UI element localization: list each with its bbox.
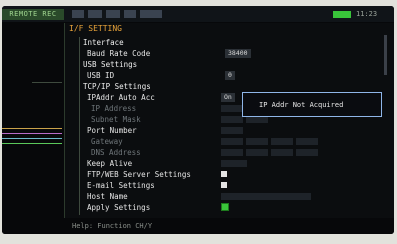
row-email[interactable]: E-mail Settings [65, 180, 394, 191]
row-label: IP Address [91, 104, 137, 113]
memory-icon[interactable] [124, 10, 136, 18]
gateway-field[interactable] [296, 138, 318, 145]
ip-field[interactable] [221, 116, 243, 123]
row-label: Keep Alive [87, 159, 133, 168]
row-label: Gateway [91, 137, 123, 146]
ip-field[interactable] [246, 116, 268, 123]
row-label: Interface [83, 38, 124, 47]
row-label: USB ID [87, 71, 115, 80]
dns-field[interactable] [221, 149, 243, 156]
ip-status-tooltip: IP Addr Not Acquired [242, 92, 382, 117]
baud-rate-value[interactable]: 38400 [225, 49, 251, 58]
clock-readout: 11:23 [356, 10, 378, 18]
waveform-trace [2, 138, 62, 139]
row-usb-settings[interactable]: USB Settings [65, 59, 394, 70]
ipaddr-auto-value[interactable]: On [221, 93, 235, 102]
waveform-trace [2, 143, 62, 144]
row-label: Host Name [87, 192, 128, 201]
row-usb-id[interactable]: USB ID 0 [65, 70, 394, 81]
waveform-trace [2, 128, 62, 129]
instrument-screen: REMOTE REC 11:23 I/F SETTING Interface B… [2, 6, 394, 234]
dns-field[interactable] [296, 149, 318, 156]
waveform-trace [2, 133, 62, 134]
panel-title: I/F SETTING [69, 24, 122, 33]
run-indicator-icon [333, 11, 351, 18]
waveform-trace [32, 82, 62, 83]
row-label: E-mail Settings [87, 181, 155, 190]
email-checkbox[interactable] [221, 182, 227, 188]
row-label: Baud Rate Code [87, 49, 151, 58]
ftp-web-checkbox[interactable] [221, 171, 227, 177]
panel-scrollbar[interactable] [384, 35, 387, 75]
trigger-icon[interactable] [88, 10, 102, 18]
dns-field[interactable] [246, 149, 268, 156]
ip-field[interactable] [221, 105, 243, 112]
row-interface[interactable]: Interface [65, 37, 394, 48]
dns-field[interactable] [271, 149, 293, 156]
row-label: Subnet Mask [91, 115, 141, 124]
timebase-icon[interactable] [106, 10, 120, 18]
port-field[interactable] [221, 127, 243, 134]
status-mode-label: REMOTE REC [2, 9, 64, 20]
channel-icon[interactable] [72, 10, 84, 18]
tooltip-text: IP Addr Not Acquired [259, 101, 344, 109]
waveform-area [2, 22, 62, 218]
row-tcpip-settings[interactable]: TCP/IP Settings [65, 81, 394, 92]
usb-id-value[interactable]: 0 [225, 71, 235, 80]
gateway-field[interactable] [271, 138, 293, 145]
keep-alive-field[interactable] [221, 160, 247, 167]
row-label: IPAddr Auto Acc [87, 93, 155, 102]
settings-panel: I/F SETTING Interface Baud Rate Code 384… [64, 23, 394, 218]
row-baud-rate[interactable]: Baud Rate Code 38400 [65, 48, 394, 59]
row-ftp-web[interactable]: FTP/WEB Server Settings [65, 169, 394, 180]
row-label: Port Number [87, 126, 137, 135]
status-bar: REMOTE REC 11:23 [2, 6, 394, 22]
gateway-field[interactable] [246, 138, 268, 145]
row-label: USB Settings [83, 60, 138, 69]
host-name-field[interactable] [221, 193, 311, 200]
row-label: Apply Settings [87, 203, 151, 212]
row-apply-settings[interactable]: Apply Settings [65, 202, 394, 213]
row-label: DNS Address [91, 148, 141, 157]
row-label: TCP/IP Settings [83, 82, 151, 91]
battery-icon [140, 10, 162, 18]
apply-settings-checkbox[interactable] [221, 203, 229, 211]
help-footer: Help: Function CH/Y [2, 218, 394, 234]
gateway-field[interactable] [221, 138, 243, 145]
row-label: FTP/WEB Server Settings [87, 170, 191, 179]
